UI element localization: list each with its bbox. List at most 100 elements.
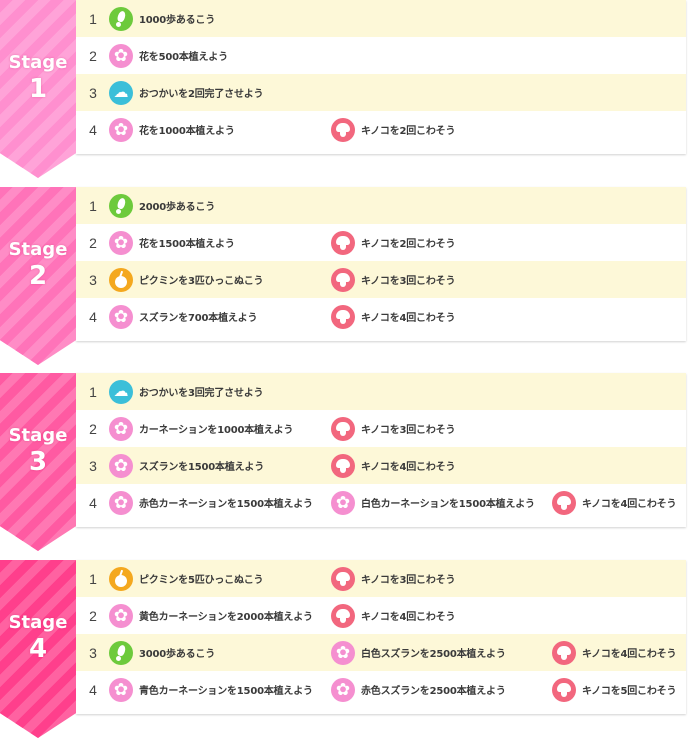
mission-item: キノコを2回こわそう xyxy=(331,111,455,148)
stage-number: 4 xyxy=(28,634,48,664)
mission-row: 4 スズランを700本植えよう キノコを4回こわそう xyxy=(76,298,686,335)
mission-item: キノコを3回こわそう xyxy=(331,560,455,597)
row-number: 2 xyxy=(89,607,97,624)
mission-rows: 1 おつかいを3回完了させよう 2 カーネーションを1000本植えよう キノコを3回こわ… xyxy=(76,373,686,527)
mushroom-icon xyxy=(331,304,355,329)
mission-item: 黄色カーネーションを2000本植えよう xyxy=(109,597,313,634)
mission-text: 白色カーネーションを1500本植えよう xyxy=(361,499,535,510)
stage-number: 2 xyxy=(28,261,48,291)
mission-row: 3 スズランを1500本植えよう キノコを4回こわそう xyxy=(76,447,686,484)
mission-text: 黄色カーネーションを2000本植えよう xyxy=(139,612,313,623)
flower-icon xyxy=(109,43,133,68)
stage-banner: Stage 1 xyxy=(0,0,76,178)
mission-text: 青色カーネーションを1500本植えよう xyxy=(139,686,313,697)
mission-item: スズランを700本植えよう xyxy=(109,298,257,335)
flower-icon xyxy=(331,490,355,515)
stage-label: Stage xyxy=(8,52,68,73)
mission-item: 花を1500本植えよう xyxy=(109,224,235,261)
mission-text: 白色スズランを2500本植えよう xyxy=(361,649,506,660)
mission-text: キノコを4回こわそう xyxy=(582,649,677,660)
stage-banner: Stage 4 xyxy=(0,560,76,738)
mission-item: ピクミンを5匹ひっこぬこう xyxy=(109,560,264,597)
row-number: 1 xyxy=(89,10,97,27)
mission-item: ピクミンを3匹ひっこぬこう xyxy=(109,261,264,298)
footprint-icon xyxy=(109,6,133,31)
mushroom-icon xyxy=(331,416,355,441)
mission-item: おつかいを3回完了させよう xyxy=(109,373,264,410)
flower-icon xyxy=(109,603,133,628)
mission-item: 2000歩あるこう xyxy=(109,187,215,224)
mission-text: スズランを700本植えよう xyxy=(139,313,258,324)
mission-row: 1 ピクミンを5匹ひっこぬこう キノコを3回こわそう xyxy=(76,560,686,597)
mission-row: 2 黄色カーネーションを2000本植えよう キノコを4回こわそう xyxy=(76,597,686,634)
stage-number: 3 xyxy=(28,447,48,477)
delivery-icon xyxy=(109,80,133,105)
flower-icon xyxy=(331,640,355,665)
mission-text: ピクミンを5匹ひっこぬこう xyxy=(139,575,264,586)
stage-number: 1 xyxy=(28,74,48,104)
mission-text: キノコを2回こわそう xyxy=(361,126,456,137)
mission-row: 2 花を1500本植えよう キノコを2回こわそう xyxy=(76,224,686,261)
stage-section: 1 2000歩あるこう 2 花を1500本植えよう キノコを2回こわそう 3 ピクミンを3匹… xyxy=(0,187,688,365)
delivery-icon xyxy=(109,379,133,404)
mission-text: キノコを4回こわそう xyxy=(361,462,456,473)
mission-text: 3000歩あるこう xyxy=(139,649,216,660)
mission-text: 赤色カーネーションを1500本植えよう xyxy=(139,499,313,510)
mission-row: 3 3000歩あるこう 白色スズランを2500本植えよう キノコを4回こわそう xyxy=(76,634,686,671)
mission-rows: 1 2000歩あるこう 2 花を1500本植えよう キノコを2回こわそう 3 ピクミンを3匹… xyxy=(76,187,686,341)
mission-item: 花を1000本植えよう xyxy=(109,111,235,148)
mission-text: キノコを4回こわそう xyxy=(361,612,456,623)
row-number: 2 xyxy=(89,420,97,437)
stage-label: Stage xyxy=(8,612,68,633)
mission-text: キノコを3回こわそう xyxy=(361,425,456,436)
mission-text: おつかいを3回完了させよう xyxy=(139,388,264,399)
stage-section: 1 おつかいを3回完了させよう 2 カーネーションを1000本植えよう キノコを3回こわ… xyxy=(0,373,688,551)
mission-text: キノコを4回こわそう xyxy=(361,313,456,324)
mission-text: おつかいを2回完了させよう xyxy=(139,89,264,100)
mission-item: 3000歩あるこう xyxy=(109,634,215,671)
row-number: 4 xyxy=(89,494,97,511)
mission-item: キノコを4回こわそう xyxy=(331,597,455,634)
flower-icon xyxy=(109,677,133,702)
mission-item: キノコを4回こわそう xyxy=(331,447,455,484)
mission-row: 3 ピクミンを3匹ひっこぬこう キノコを3回こわそう xyxy=(76,261,686,298)
mission-text: カーネーションを1000本植えよう xyxy=(139,425,294,436)
stage-section: 1 ピクミンを5匹ひっこぬこう キノコを3回こわそう 2 黄色カーネーションを2000本… xyxy=(0,560,688,738)
row-number: 1 xyxy=(89,383,97,400)
pikmin-icon xyxy=(109,267,133,292)
mission-rows: 1 ピクミンを5匹ひっこぬこう キノコを3回こわそう 2 黄色カーネーションを2000本… xyxy=(76,560,686,714)
mushroom-icon xyxy=(331,117,355,142)
row-number: 4 xyxy=(89,681,97,698)
mushroom-icon xyxy=(552,490,576,515)
row-number: 1 xyxy=(89,570,97,587)
mushroom-icon xyxy=(552,640,576,665)
mission-row: 4 花を1000本植えよう キノコを2回こわそう xyxy=(76,111,686,148)
mushroom-icon xyxy=(331,566,355,591)
mission-text: キノコを3回こわそう xyxy=(361,276,456,287)
flower-icon xyxy=(109,304,133,329)
row-number: 4 xyxy=(89,121,97,138)
mission-rows: 1 1000歩あるこう 2 花を500本植えよう 3 おつかいを2回完了させよう 4 花を10… xyxy=(76,0,686,154)
stage-banner: Stage 3 xyxy=(0,373,76,551)
mission-item: おつかいを2回完了させよう xyxy=(109,74,264,111)
stage-label: Stage xyxy=(8,425,68,446)
mushroom-icon xyxy=(552,677,576,702)
mission-item: 青色カーネーションを1500本植えよう xyxy=(109,671,313,708)
mission-item: キノコを3回こわそう xyxy=(331,410,455,447)
mission-item: キノコを4回こわそう xyxy=(331,298,455,335)
flower-icon xyxy=(109,117,133,142)
mission-row: 3 おつかいを2回完了させよう xyxy=(76,74,686,111)
mission-item: キノコを2回こわそう xyxy=(331,224,455,261)
flower-icon xyxy=(109,230,133,255)
pikmin-icon xyxy=(109,566,133,591)
row-number: 4 xyxy=(89,308,97,325)
mushroom-icon xyxy=(331,267,355,292)
mission-row: 2 花を500本植えよう xyxy=(76,37,686,74)
stage-label: Stage xyxy=(8,239,68,260)
mushroom-icon xyxy=(331,603,355,628)
mission-text: 赤色スズランを2500本植えよう xyxy=(361,686,506,697)
mission-text: 花を500本植えよう xyxy=(139,52,228,63)
mission-item: キノコを3回こわそう xyxy=(331,261,455,298)
mission-item: 白色スズランを2500本植えよう xyxy=(331,634,506,671)
footprint-icon xyxy=(109,640,133,665)
